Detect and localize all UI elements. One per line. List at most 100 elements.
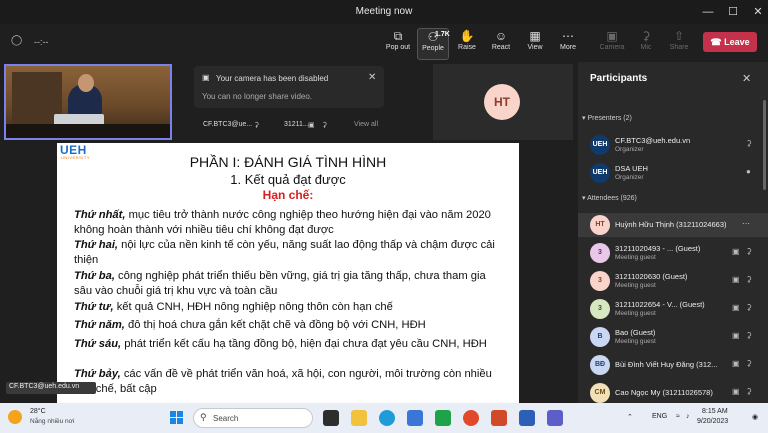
clock-time[interactable]: 8:15 AM — [702, 408, 728, 415]
raise-hand-button[interactable]: ✋ Raise — [451, 28, 483, 60]
participant-role: Meeting guest — [615, 282, 656, 289]
meeting-timer: --:-- — [34, 37, 49, 47]
participant-name: DSA UEH — [615, 164, 648, 173]
share-button[interactable]: ⇧ Share — [663, 28, 695, 60]
weather-sun-icon[interactable] — [8, 410, 22, 424]
notification-icon[interactable]: ◉ — [752, 413, 758, 421]
participant-role: Organizer — [615, 146, 644, 153]
tile-label: CF.BTC3@ue... — [203, 121, 253, 128]
camera-button[interactable]: ▣ Camera — [596, 28, 628, 60]
mic-icon: ● — [746, 167, 751, 176]
slide-heading: Hạn chế: — [262, 188, 314, 202]
people-count-badge: 1.7K — [435, 31, 450, 38]
share-icon: ⇧ — [673, 29, 685, 43]
tile-label: 31211... — [284, 121, 309, 128]
excel-icon[interactable] — [435, 410, 451, 426]
weather-temperature[interactable]: 28°C — [30, 408, 46, 415]
taskbar-search-box[interactable]: ⚲ Search — [193, 408, 313, 428]
participant-role: Organizer — [615, 174, 644, 181]
more-button[interactable]: ⋯ More — [552, 28, 584, 60]
mic-off-icon: ⚳ — [746, 303, 752, 312]
task-view-icon[interactable] — [323, 410, 339, 426]
mic-off-icon: ⚳ — [641, 29, 651, 43]
view-all-link[interactable]: View all — [354, 121, 378, 128]
slide-subtitle: 1. Kết quả đạt được — [230, 172, 346, 187]
file-explorer-icon[interactable] — [351, 410, 367, 426]
camera-off-icon: ▣ — [732, 387, 740, 396]
participant-row[interactable]: HT Huỳnh Hữu Thịnh (31211024663) ⋯ — [578, 213, 768, 237]
participant-name: 31211022654 - V... (Guest) — [615, 300, 705, 309]
maximize-icon[interactable]: ☐ — [725, 4, 741, 20]
podium — [6, 124, 170, 138]
participant-name: Cao Ngọc My (31211026578) — [615, 388, 713, 397]
participant-name: 31211020630 (Guest) — [615, 272, 688, 281]
presenters-section-header[interactable]: ▾ Presenters (2) — [582, 114, 632, 122]
more-options-icon[interactable]: ⋯ — [742, 219, 750, 228]
close-icon[interactable]: ✕ — [750, 4, 766, 20]
phone-hangup-icon: ☎ — [710, 37, 722, 47]
language-indicator[interactable]: ENG — [652, 413, 667, 420]
participant-row[interactable]: 3 31211022654 - V... (Guest) Meeting gue… — [578, 297, 768, 321]
participant-name: CF.BTC3@ueh.edu.vn — [615, 136, 691, 145]
leave-button[interactable]: ☎ Leave — [703, 32, 757, 52]
clock-date[interactable]: 9/20/2023 — [697, 418, 728, 425]
people-button[interactable]: ⚇ 1.7K People — [417, 28, 450, 60]
avatar: HT — [484, 84, 520, 120]
slide-item: Thứ sáu, phát triển kết cấu hạ tầng đồng… — [74, 338, 487, 350]
slide-item: Thứ bảy, các vấn đề về phát triển văn ho… — [74, 368, 492, 395]
view-icon: ▦ — [529, 29, 541, 43]
windows-start-icon[interactable] — [170, 411, 184, 425]
react-button[interactable]: ☺ React — [485, 28, 517, 60]
react-icon: ☺ — [494, 29, 508, 43]
presenter-video-tile[interactable] — [4, 64, 172, 140]
shield-icon[interactable]: ◯ — [11, 35, 22, 46]
mic-off-icon: ⚳ — [746, 275, 752, 284]
mic-off-icon: ⚳ — [746, 139, 752, 148]
participant-tile[interactable]: HT — [433, 64, 573, 140]
store-icon[interactable] — [407, 410, 423, 426]
teams-icon[interactable] — [547, 410, 563, 426]
avatar: UEH — [590, 163, 610, 183]
close-icon[interactable]: ✕ — [742, 72, 751, 85]
chrome-icon[interactable] — [463, 410, 479, 426]
word-icon[interactable] — [519, 410, 535, 426]
mic-off-icon: ⚳ — [254, 122, 260, 129]
participant-row[interactable]: B Bao (Guest) Meeting guest ▣ ⚳ — [578, 325, 768, 349]
participant-row[interactable]: 3 31211020493 - ... (Guest) Meeting gues… — [578, 241, 768, 265]
mic-off-icon: ⚳ — [746, 387, 752, 396]
edge-browser-icon[interactable] — [379, 410, 395, 426]
toast-title: Your camera has been disabled — [216, 74, 329, 83]
presenter-caption: CF.BTC3@ueh.edu.vn — [6, 382, 96, 394]
camera-off-icon: ▣ — [308, 122, 315, 129]
panel-title: Participants — [590, 73, 648, 84]
pop-out-button[interactable]: ⧉ Pop out — [382, 28, 414, 60]
avatar: UEH — [590, 135, 610, 155]
participant-row[interactable]: 3 31211020630 (Guest) Meeting guest ▣ ⚳ — [578, 269, 768, 293]
weather-description[interactable]: Nắng nhiều nơi — [30, 418, 74, 425]
avatar: 3 — [590, 243, 610, 263]
avatar: 3 — [590, 299, 610, 319]
slide-item: Thứ năm, đô thị hoá chưa gắn kết chặt ch… — [74, 319, 426, 331]
camera-off-icon: ▣ — [732, 275, 740, 284]
slide-item: Thứ hai, nội lực của nền kinh tế còn yếu… — [74, 239, 495, 266]
panel-scrollbar[interactable] — [763, 100, 766, 190]
mic-off-icon: ⚳ — [322, 122, 328, 129]
participant-row[interactable]: BĐ Bùi Đình Viết Huy Đăng (312... ▣ ⚳ — [578, 353, 768, 377]
camera-off-icon: ▣ — [732, 247, 740, 256]
wifi-icon[interactable]: ≈ — [676, 413, 680, 420]
camera-off-icon: ▣ — [732, 359, 740, 368]
shared-slide: UEH UNIVERSITY PHẦN I: ĐÁNH GIÁ TÌNH HÌN… — [57, 143, 519, 403]
participant-row[interactable]: UEH DSA UEH Organizer ● — [578, 161, 768, 185]
view-button[interactable]: ▦ View — [519, 28, 551, 60]
camera-off-icon: ▣ — [202, 73, 210, 82]
slide-item: Thứ tư, kết quả CNH, HĐH nông nghiệp nôn… — [74, 301, 393, 313]
attendees-section-header[interactable]: ▾ Attendees (926) — [582, 194, 637, 202]
powerpoint-icon[interactable] — [491, 410, 507, 426]
toast-close-icon[interactable]: ✕ — [368, 72, 376, 83]
participant-row[interactable]: CM Cao Ngọc My (31211026578) ▣ ⚳ — [578, 381, 768, 405]
participant-row[interactable]: UEH CF.BTC3@ueh.edu.vn Organizer ⚳ — [578, 133, 768, 157]
mic-button[interactable]: ⚳ Mic — [630, 28, 662, 60]
volume-icon[interactable]: ♪ — [686, 413, 690, 420]
chevron-up-icon[interactable]: ⌃ — [627, 413, 633, 421]
minimize-icon[interactable]: — — [700, 4, 716, 20]
